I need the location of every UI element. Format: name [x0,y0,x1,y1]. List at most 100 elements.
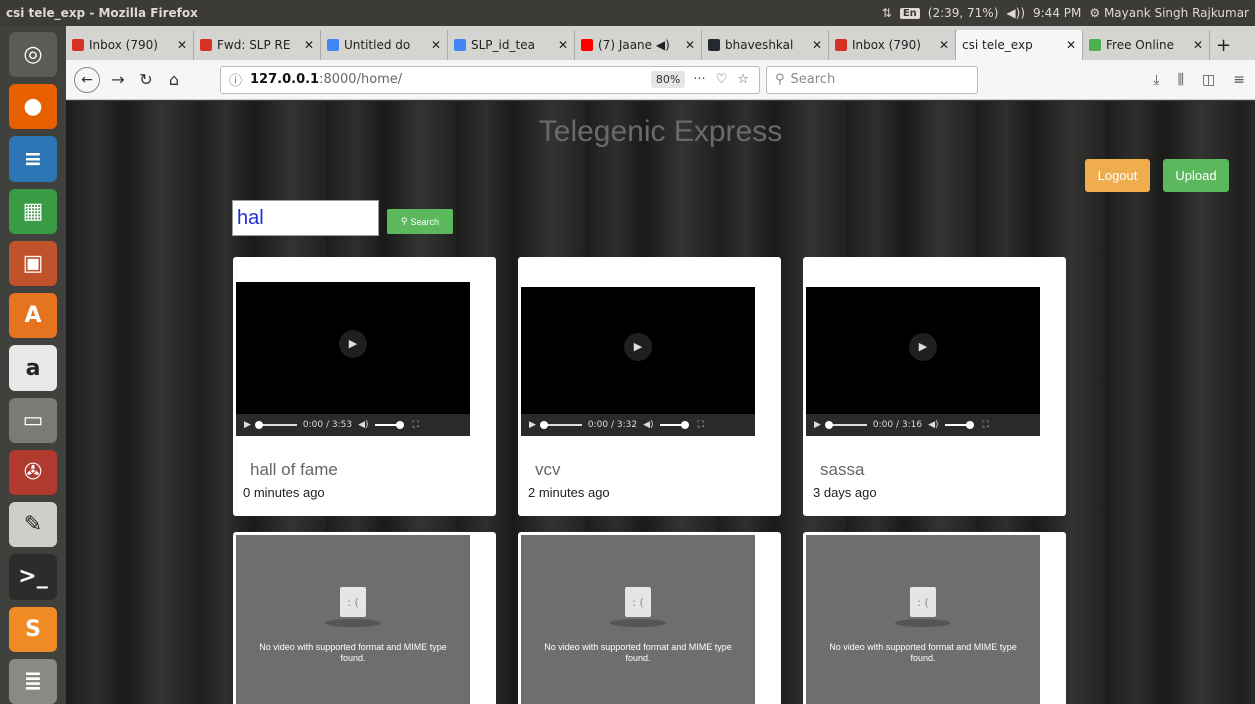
file-shadow [895,619,951,627]
video-title[interactable]: hall of fame [250,460,338,480]
browser-tab[interactable]: Fwd: SLP RE ✕ [194,30,321,60]
url-bar[interactable]: ⓘ 127.0.0.1:8000/home/ 80% ··· ♡ ☆ [220,65,760,94]
tab-favicon-icon [200,39,212,51]
firefox-icon[interactable]: ● [9,84,57,130]
fullscreen-icon[interactable]: ⛶ [983,420,989,430]
video-controls: ▶ 0:00 / 3:53 ◀) ⛶ [236,414,470,436]
search-button[interactable]: ⚲ Search [387,209,453,234]
progress-slider[interactable] [539,421,582,429]
volume-icon[interactable]: ◀) [643,420,653,430]
url-host: 127.0.0.1 [250,72,320,87]
progress-slider[interactable] [824,421,867,429]
broken-file-icon: : ( [340,587,366,617]
tab-label: SLP_id_tea [471,38,535,52]
amazon-icon[interactable]: a [9,345,57,391]
tab-label: Inbox (790) [89,38,158,52]
tab-close-icon[interactable]: ✕ [1189,38,1203,52]
keyboard-layout-indicator[interactable]: En [899,7,920,19]
tab-close-icon[interactable]: ✕ [427,38,441,52]
tab-close-icon[interactable]: ✕ [300,38,314,52]
unsupported-format-message: No video with supported format and MIME … [544,642,732,663]
browser-tab[interactable]: Free Online ✕ [1083,30,1210,60]
logout-button[interactable]: Logout [1085,159,1150,192]
play-button[interactable]: ▶ [244,420,251,430]
volume-icon[interactable]: ◀) [358,420,368,430]
video-title[interactable]: vcv [535,460,561,480]
ubuntu-dash-icon[interactable]: ◎ [9,32,57,78]
magnifier-icon: ⚲ [400,216,408,226]
tab-close-icon[interactable]: ✕ [554,38,568,52]
terminal-icon[interactable]: >_ [9,554,57,600]
back-button[interactable]: ← [74,66,100,93]
user-menu[interactable]: ⚙ Mayank Singh Rajkumar [1089,6,1249,20]
page-actions-icon[interactable]: ··· [693,72,705,87]
tab-favicon-icon [1089,39,1101,51]
play-icon[interactable]: ▶ [624,332,652,361]
downloads-icon[interactable]: ⤓ [1153,72,1159,88]
software-center-icon[interactable]: A [9,293,57,339]
search-box[interactable]: ⚲ Search [766,65,978,94]
tab-close-icon[interactable]: ✕ [1062,38,1076,52]
browser-tab[interactable]: Inbox (790) ✕ [829,30,956,60]
progress-slider[interactable] [254,421,297,429]
battery-indicator[interactable]: (2:39, 71%) [928,6,999,20]
browser-tab[interactable]: csi tele_exp ✕ [956,30,1083,60]
tab-close-icon[interactable]: ✕ [935,38,949,52]
fullscreen-icon[interactable]: ⛶ [413,420,419,430]
video-title[interactable]: sassa [820,460,864,480]
new-tab-button[interactable]: + [1210,30,1237,60]
video-timestamp: 2 minutes ago [528,485,610,500]
user-name: Mayank Singh Rajkumar [1103,6,1249,20]
zoom-level[interactable]: 80% [650,71,686,88]
writer-icon[interactable]: ≡ [9,136,57,182]
browser-tab[interactable]: (7) Jaane ◀) ✕ [575,30,702,60]
sidebar-icon[interactable]: ◫ [1202,72,1215,88]
calc-icon[interactable]: ▦ [9,188,57,234]
reload-button[interactable]: ↻ [132,70,160,89]
files-icon[interactable]: ▭ [9,397,57,443]
bookmark-star-icon[interactable]: ☆ [737,72,749,87]
play-icon[interactable]: ▶ [909,332,937,361]
browser-tab[interactable]: SLP_id_tea ✕ [448,30,575,60]
impress-icon[interactable]: ▣ [9,240,57,287]
info-icon[interactable]: ⓘ [229,70,242,89]
fullscreen-icon[interactable]: ⛶ [698,420,704,430]
clock[interactable]: 9:44 PM [1033,6,1081,20]
play-button[interactable]: ▶ [529,420,536,430]
web-page: Telegenic Express Logout Upload hal ⚲ Sea… [66,101,1255,704]
play-button[interactable]: ▶ [814,420,821,430]
pocket-icon[interactable]: ♡ [716,72,728,87]
video-player[interactable]: ▶ ▶ 0:00 / 3:32 ◀) ⛶ [521,287,755,436]
browser-tab[interactable]: Untitled do ✕ [321,30,448,60]
volume-icon[interactable]: ◀) [928,420,938,430]
play-icon[interactable]: ▶ [339,329,367,358]
text-editor-icon[interactable]: ✎ [9,502,57,548]
back-arrow-icon: ← [81,71,93,88]
settings-icon[interactable]: ✇ [9,449,57,496]
video-controls: ▶ 0:00 / 3:32 ◀) ⛶ [521,414,755,436]
tab-close-icon[interactable]: ✕ [681,38,695,52]
upload-button[interactable]: Upload [1163,159,1229,192]
search-input[interactable]: hal [232,200,379,236]
volume-icon[interactable]: ◀)) [1006,6,1025,20]
tab-close-icon[interactable]: ✕ [173,38,187,52]
stack-icon[interactable]: ≣ [9,658,57,704]
tab-favicon-icon [835,39,847,51]
video-player[interactable]: ▶ ▶ 0:00 / 3:53 ◀) ⛶ [236,282,470,436]
home-button[interactable]: ⌂ [160,70,188,89]
network-icon[interactable]: ⇅ [882,6,892,20]
volume-slider[interactable] [374,421,404,429]
tab-label: Inbox (790) [852,38,921,52]
volume-slider[interactable] [659,421,689,429]
browser-tab[interactable]: Inbox (790) ✕ [66,30,194,60]
search-placeholder: Search [790,72,836,87]
tab-close-icon[interactable]: ✕ [808,38,822,52]
video-player[interactable]: ▶ ▶ 0:00 / 3:16 ◀) ⛶ [806,287,1040,436]
browser-tab[interactable]: bhaveshkal ✕ [702,30,829,60]
video-duration: 0:00 / 3:32 [587,420,638,430]
library-icon[interactable]: ⫼ [1178,72,1184,88]
sublime-icon[interactable]: S [9,606,57,652]
volume-slider[interactable] [944,421,974,429]
forward-button[interactable]: → [104,70,132,89]
menu-icon[interactable]: ≡ [1233,72,1245,88]
